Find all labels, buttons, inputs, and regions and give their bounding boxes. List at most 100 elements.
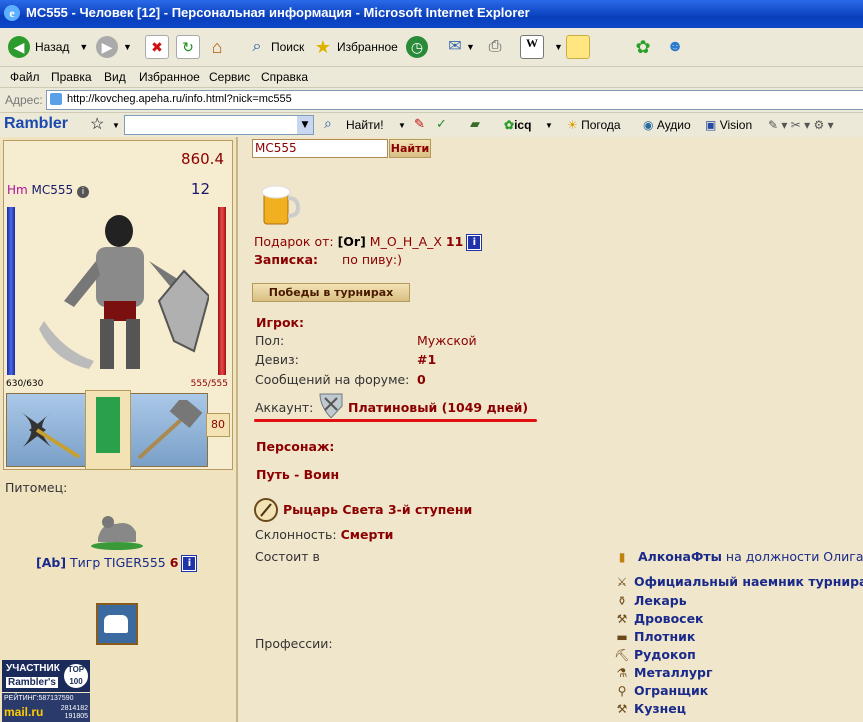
refresh-button[interactable]: ↻ bbox=[176, 34, 200, 60]
chevron-down-icon: ▼ bbox=[466, 42, 475, 52]
character-score: 860.4 bbox=[181, 150, 224, 168]
spellcheck-icon[interactable]: ✓ bbox=[436, 116, 447, 132]
pencil-icon[interactable]: ✎ bbox=[414, 116, 425, 132]
info-icon[interactable]: i bbox=[77, 186, 90, 198]
main-content bbox=[238, 137, 863, 722]
print-button[interactable]: ⎙ bbox=[484, 34, 506, 60]
mail-icon: ✉ bbox=[448, 38, 462, 55]
gift-from-level: 11 bbox=[445, 234, 464, 249]
find-button[interactable]: Найти bbox=[389, 139, 431, 158]
vision-link[interactable]: ▣ Vision bbox=[705, 118, 752, 132]
pet-clan[interactable]: [Ab] bbox=[36, 555, 66, 570]
history-button[interactable]: ◷ bbox=[406, 34, 428, 60]
forward-button[interactable]: ▶ ▼ bbox=[96, 34, 132, 60]
browser-toolbar: ◀ Назад ▼ ▶ ▼ ✖ ↻ ⌂ ⌕ Поиск ★ Избранное … bbox=[0, 28, 863, 67]
menu-favorites[interactable]: Избранное bbox=[139, 70, 200, 84]
nick-search-value: MC555 bbox=[255, 141, 297, 155]
profession-item: ⚗ Металлург bbox=[614, 665, 713, 680]
rambler-toolbar: Rambler ☆ ▼ ▼ ⌕ Найти! ▼ ✎ ✓ ▰ ✿icq ▼ ☀ … bbox=[0, 113, 863, 138]
notes-button[interactable] bbox=[566, 34, 590, 60]
rank-value: Рыцарь Света 3-й ступени bbox=[283, 502, 473, 517]
rambler-top100-counter[interactable]: УЧАСТНИК Rambler's TOP 100 bbox=[2, 660, 90, 692]
note-icon bbox=[566, 35, 590, 59]
tools-icon[interactable]: ✎ ▾ ✂ ▾ ⚙ ▾ bbox=[768, 118, 834, 132]
vision-icon: ▣ bbox=[705, 118, 717, 132]
counter-mailru: mail.ru bbox=[4, 705, 44, 719]
axe-icon[interactable] bbox=[11, 402, 81, 460]
character-level: 12 bbox=[190, 180, 210, 198]
hammer-icon[interactable] bbox=[135, 400, 205, 462]
gift-row: Подарок от: [Or] М_О_Н_А_Х 11 i bbox=[254, 234, 483, 251]
chevron-down-icon[interactable]: ▼ bbox=[112, 121, 120, 130]
gift-from-label: Подарок от: bbox=[254, 234, 334, 249]
mailru-counter[interactable]: РЕЙТИНГ:587137590 mail.ru 2814182 191805 bbox=[2, 693, 90, 722]
icq-button[interactable]: ✿ bbox=[632, 34, 654, 60]
gift-from-clan[interactable]: [Or] bbox=[338, 234, 366, 249]
menu-tools[interactable]: Сервис bbox=[209, 70, 250, 84]
bookmark-icon[interactable]: ▰ bbox=[470, 116, 480, 132]
chevron-down-icon[interactable]: ▼ bbox=[297, 116, 313, 134]
chevron-down-icon[interactable]: ▼ bbox=[545, 121, 553, 130]
tiger-image[interactable] bbox=[90, 508, 144, 550]
armor-slot[interactable] bbox=[85, 390, 131, 470]
gender-value: Мужской bbox=[417, 333, 477, 348]
menu-edit[interactable]: Правка bbox=[51, 70, 92, 84]
address-input[interactable]: http://kovcheg.apeha.ru/info.html?nick=m… bbox=[46, 90, 863, 110]
note-label: Записка: bbox=[254, 252, 319, 267]
account-label: Аккаунт: bbox=[255, 400, 314, 415]
profession-label: Дровосек bbox=[634, 611, 704, 626]
alignment-value: Смерти bbox=[340, 527, 394, 542]
character-name-row: Hm MC555 i bbox=[7, 183, 90, 198]
gift-from-name[interactable]: М_О_Н_А_Х bbox=[370, 234, 442, 249]
profession-item: ⚱ Лекарь bbox=[614, 593, 687, 608]
audio-link[interactable]: ◉ Аудио bbox=[643, 118, 691, 132]
pet-name[interactable]: Тигр TIGER555 bbox=[70, 555, 166, 570]
counter-rambler: Rambler's bbox=[6, 677, 58, 688]
platinum-shield-icon bbox=[319, 393, 343, 418]
icq-link[interactable]: ✿icq bbox=[504, 118, 531, 132]
tournament-wins-button[interactable]: Победы в турнирах bbox=[252, 283, 410, 302]
favorites-button[interactable]: ★ Избранное bbox=[312, 34, 398, 60]
weather-link[interactable]: ☀ Погода bbox=[567, 118, 621, 132]
player-header: Игрок: bbox=[256, 315, 305, 330]
pet-item-image[interactable] bbox=[96, 603, 138, 645]
messenger-button[interactable]: ☻ bbox=[664, 34, 686, 60]
info-icon[interactable]: i bbox=[466, 234, 483, 251]
item-figure bbox=[104, 615, 128, 633]
character-frame: 860.4 Hm MC555 i 12 630/630 555/555 80 bbox=[3, 140, 233, 470]
clan-row: ▮ АлконаФты на должности Олигарх bbox=[614, 549, 863, 564]
edit-button[interactable]: W ▼ bbox=[520, 34, 563, 60]
clan-name[interactable]: АлконаФты bbox=[638, 549, 722, 564]
nick-search-input[interactable]: MC555 bbox=[252, 139, 388, 158]
icq-label: icq bbox=[514, 118, 532, 132]
chevron-down-icon[interactable]: ▼ bbox=[398, 121, 406, 130]
pet-info: [Ab] Тигр TIGER555 6 i bbox=[36, 555, 198, 572]
mana-bar-fill bbox=[218, 207, 226, 375]
star-icon[interactable]: ☆ bbox=[90, 114, 104, 134]
mail-button[interactable]: ✉ ▼ bbox=[444, 34, 475, 60]
search-icon: ⌕ bbox=[252, 38, 262, 55]
path-value: Путь - Воин bbox=[256, 467, 340, 482]
menu-view[interactable]: Вид bbox=[104, 70, 126, 84]
hp-bar-fill bbox=[7, 207, 15, 375]
rambler-search-input[interactable]: ▼ bbox=[124, 115, 314, 135]
metallurgy-icon: ⚗ bbox=[616, 666, 628, 680]
healer-icon: ⚱ bbox=[616, 594, 628, 608]
menu-help[interactable]: Справка bbox=[261, 70, 308, 84]
search-button[interactable]: ⌕ Поиск bbox=[246, 34, 305, 60]
stop-icon: ✖ bbox=[145, 35, 169, 59]
home-button[interactable]: ⌂ bbox=[206, 34, 228, 60]
info-icon[interactable]: i bbox=[181, 555, 198, 572]
rambler-find-button[interactable]: Найти! bbox=[346, 118, 384, 132]
profession-item: ▬ Плотник bbox=[614, 629, 695, 644]
rambler-logo[interactable]: Rambler bbox=[4, 115, 68, 133]
search-label: Поиск bbox=[271, 40, 305, 54]
character-nick[interactable]: MC555 bbox=[32, 183, 74, 197]
profession-item: ⚲ Огранщик bbox=[614, 683, 709, 698]
stop-button[interactable]: ✖ bbox=[145, 34, 169, 60]
menu-file[interactable]: Файл bbox=[10, 70, 40, 84]
armor-icon bbox=[96, 397, 120, 453]
back-button[interactable]: ◀ Назад ▼ bbox=[8, 34, 88, 60]
sun-icon: ☀ bbox=[567, 118, 578, 132]
profession-item: ⚔ Официальный наемник турнира bbox=[614, 574, 863, 589]
